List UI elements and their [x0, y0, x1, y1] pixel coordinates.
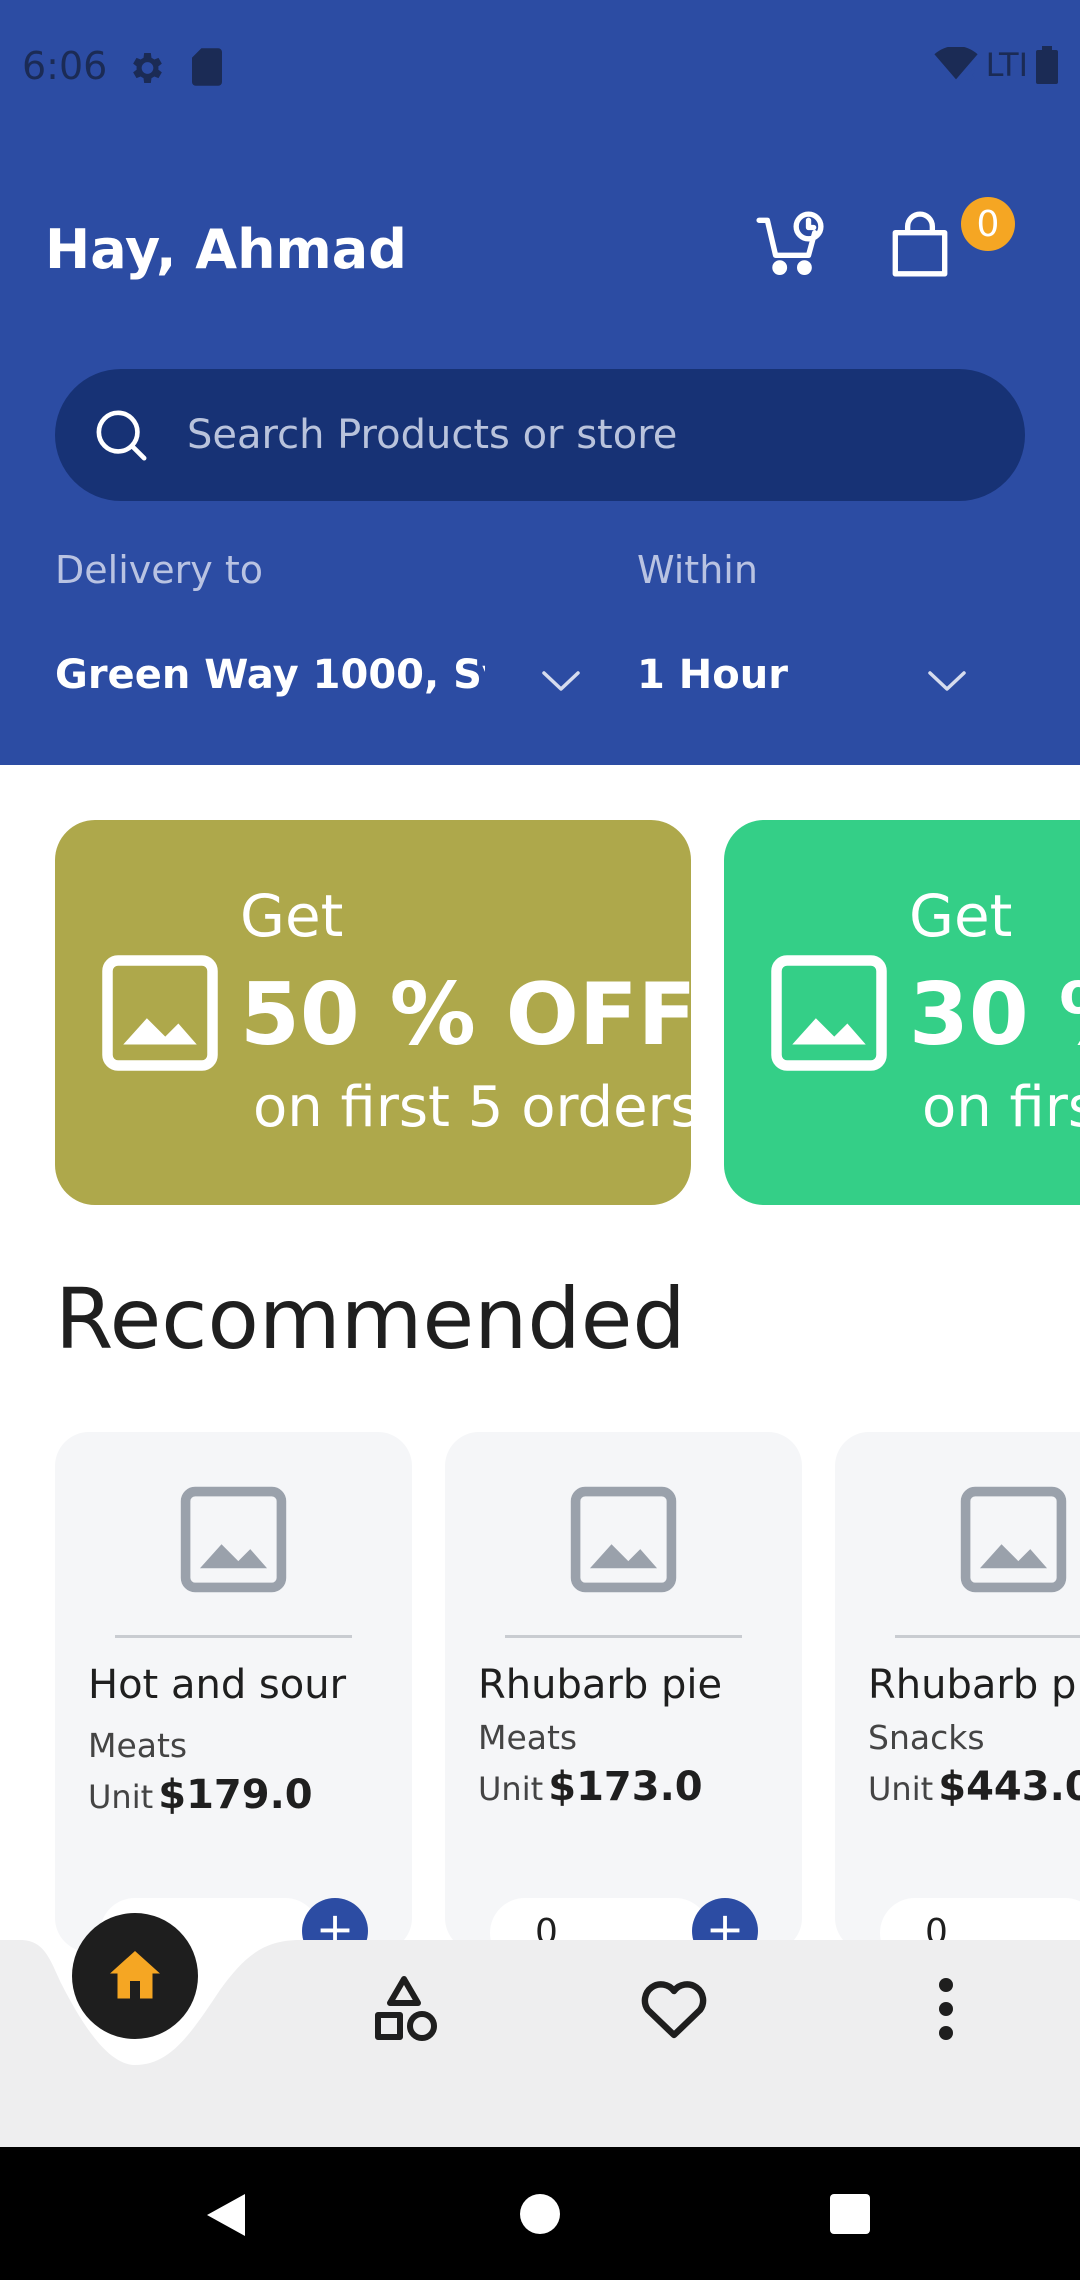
image-placeholder-icon — [102, 955, 218, 1071]
price-value: $173.0 — [548, 1764, 703, 1810]
promo-offer: 30 % OFF — [909, 965, 1080, 1065]
search-icon — [96, 410, 147, 461]
unit-label: Unit — [478, 1770, 544, 1808]
price-value: $443.0 — [938, 1764, 1080, 1810]
divider — [895, 1635, 1080, 1638]
status-right: LTI — [933, 46, 1058, 84]
image-placeholder-icon — [570, 1486, 677, 1593]
promo-banner[interactable]: Get 50 % OFF on first 5 orders — [55, 820, 691, 1205]
product-price: Unit $179.0 — [88, 1772, 313, 1818]
header: 6:06 LTI Hay, Ahmad 0 Search Products or… — [0, 0, 1080, 765]
unit-label: Unit — [868, 1770, 934, 1808]
promo-get: Get — [240, 882, 344, 950]
wifi-icon — [933, 47, 978, 81]
promo-banner[interactable]: Get 30 % OFF on first 3 orders — [724, 820, 1080, 1205]
product-name: Hot and sour — [88, 1662, 347, 1708]
delivery-label: Delivery to — [55, 548, 263, 592]
product-name: Rhubarb pie — [478, 1662, 723, 1708]
promo-subtitle: on first 5 orders — [253, 1075, 691, 1140]
status-bar: 6:06 LTI — [0, 0, 1080, 135]
search-bar[interactable] — [55, 369, 1025, 501]
promo-offer: 50 % OFF — [240, 965, 691, 1065]
system-navigation-bar — [0, 2147, 1080, 2280]
product-card[interactable]: Rhubarb pie Snacks Unit $443.0 0 — [835, 1432, 1080, 1952]
product-card[interactable]: Hot and sour Meats Unit $179.0 + — [55, 1432, 412, 1952]
product-card[interactable]: Rhubarb pie Meats Unit $173.0 0 + — [445, 1432, 802, 1952]
cart-badge: 0 — [961, 197, 1015, 251]
nav-home-button[interactable] — [72, 1913, 198, 2039]
search-input[interactable] — [187, 369, 987, 501]
product-category: Meats — [88, 1726, 188, 1765]
more-icon[interactable] — [910, 1973, 982, 2045]
delivery-address-dropdown[interactable]: Green Way 1000, Sylhet — [55, 652, 485, 698]
greeting: Hay, Ahmad — [45, 218, 407, 281]
chevron-down-icon[interactable] — [540, 668, 582, 694]
divider — [505, 1635, 742, 1638]
cart-clock-icon[interactable] — [755, 210, 825, 280]
shopping-bag-icon[interactable] — [888, 210, 952, 280]
unit-label: Unit — [88, 1778, 154, 1816]
recents-icon[interactable] — [828, 2192, 872, 2236]
back-icon[interactable] — [205, 2192, 247, 2238]
battery-icon — [1036, 46, 1058, 84]
status-time: 6:06 — [22, 44, 108, 88]
product-category: Snacks — [868, 1718, 985, 1757]
favorites-icon[interactable] — [638, 1973, 710, 2045]
chevron-down-icon[interactable] — [926, 668, 968, 694]
image-placeholder-icon — [180, 1486, 287, 1593]
within-label: Within — [637, 548, 758, 592]
image-placeholder-icon — [960, 1486, 1067, 1593]
section-title-recommended: Recommended — [55, 1270, 686, 1368]
settings-status-icon — [133, 53, 162, 83]
image-placeholder-icon — [771, 955, 887, 1071]
home-icon — [110, 1951, 160, 1999]
divider — [115, 1635, 352, 1638]
product-name: Rhubarb pie — [868, 1662, 1080, 1708]
product-category: Meats — [478, 1718, 578, 1757]
home-circle-icon[interactable] — [518, 2192, 562, 2236]
product-price: Unit $443.0 — [868, 1764, 1080, 1810]
promo-get: Get — [909, 882, 1013, 950]
promo-subtitle: on first 3 orders — [922, 1075, 1080, 1140]
sd-card-icon — [192, 48, 222, 86]
product-price: Unit $173.0 — [478, 1764, 703, 1810]
network-label: LTI — [985, 46, 1028, 84]
price-value: $179.0 — [158, 1772, 313, 1818]
categories-icon[interactable] — [370, 1973, 442, 2045]
delivery-time-dropdown[interactable]: 1 Hour — [637, 652, 788, 698]
